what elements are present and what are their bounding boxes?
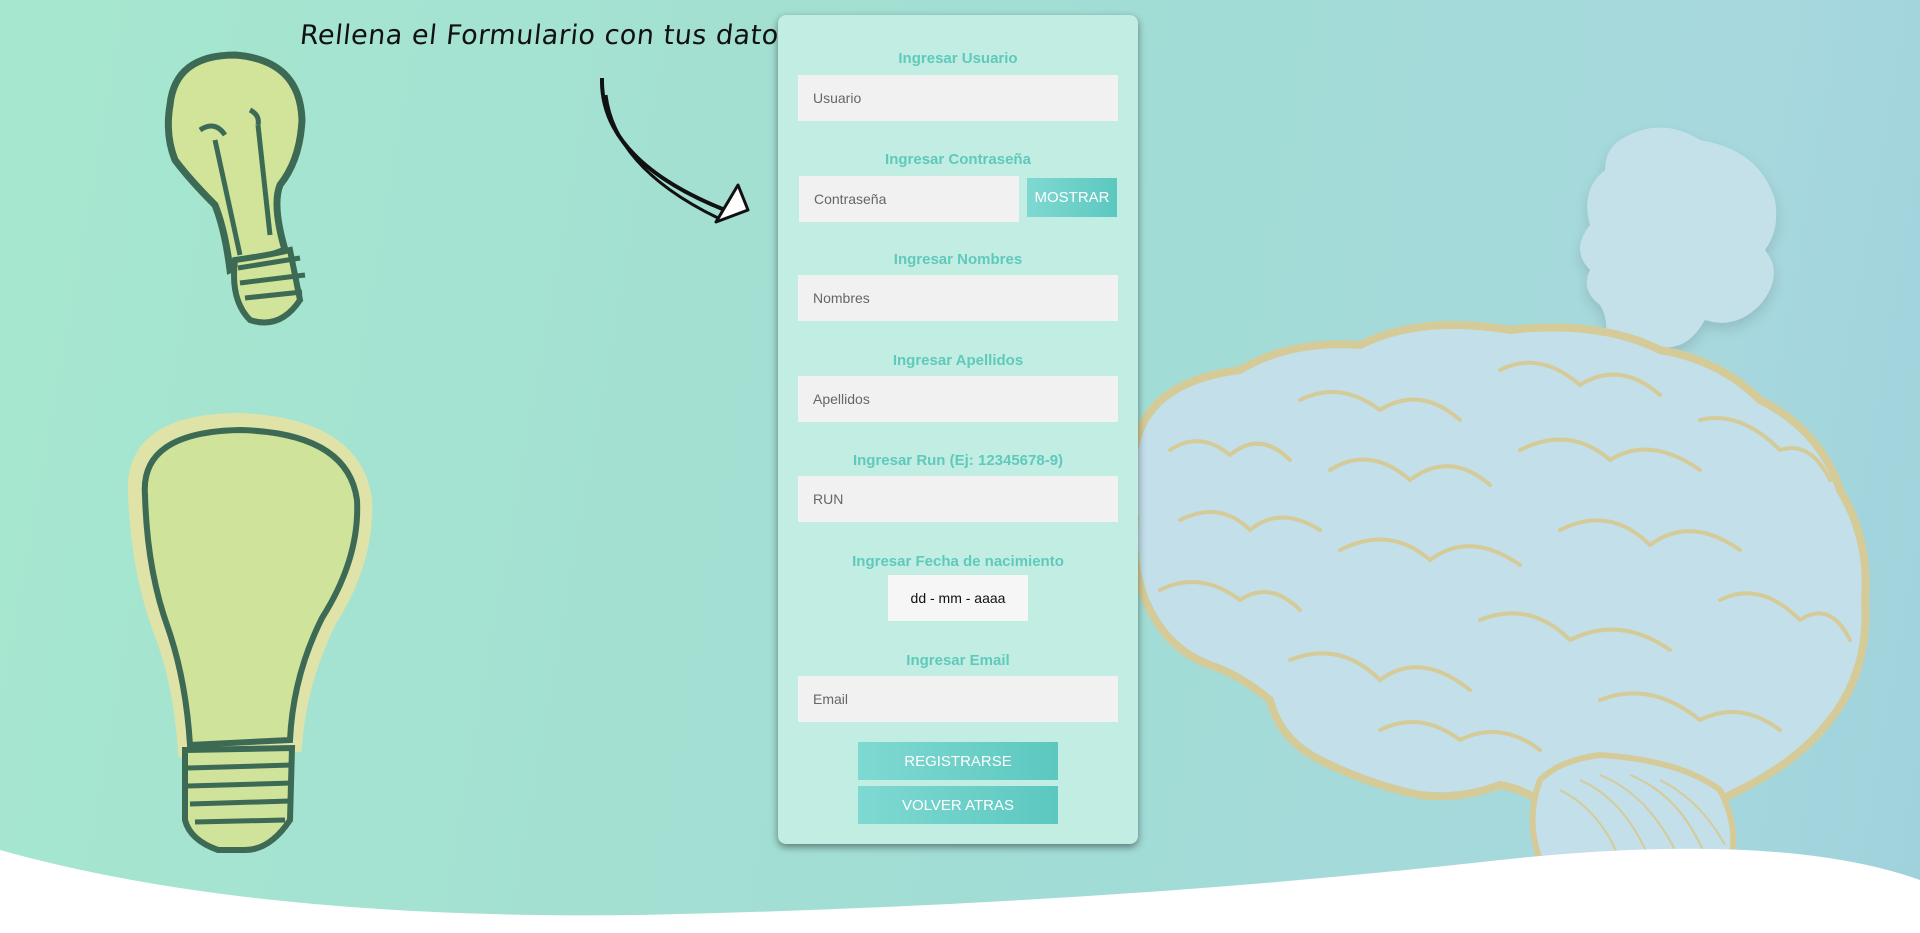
password-input[interactable] [799, 176, 1019, 222]
password-label: Ingresar Contraseña [885, 151, 1031, 168]
registration-form: Ingresar Usuario Ingresar Contraseña MOS… [778, 15, 1138, 844]
names-label: Ingresar Nombres [893, 251, 1023, 268]
email-label: Ingresar Email [906, 652, 1010, 669]
register-button[interactable]: REGISTRARSE [858, 742, 1058, 780]
names-input[interactable] [798, 275, 1118, 321]
lastnames-label: Ingresar Apellidos [892, 352, 1024, 369]
user-input[interactable] [798, 75, 1118, 121]
back-button[interactable]: VOLVER ATRAS [858, 786, 1058, 824]
form-hint-text: Rellena el Formulario con tus datos [298, 20, 795, 51]
lastnames-input[interactable] [798, 376, 1118, 422]
birthdate-label: Ingresar Fecha de nacimiento [852, 553, 1064, 570]
run-label: Ingresar Run (Ej: 12345678-9) [852, 452, 1064, 469]
show-password-button[interactable]: MOSTRAR [1027, 178, 1117, 217]
email-input[interactable] [798, 676, 1118, 722]
user-label: Ingresar Usuario [898, 50, 1018, 67]
run-input[interactable] [798, 476, 1118, 522]
birthdate-input[interactable]: dd - mm - aaaa [888, 575, 1028, 621]
